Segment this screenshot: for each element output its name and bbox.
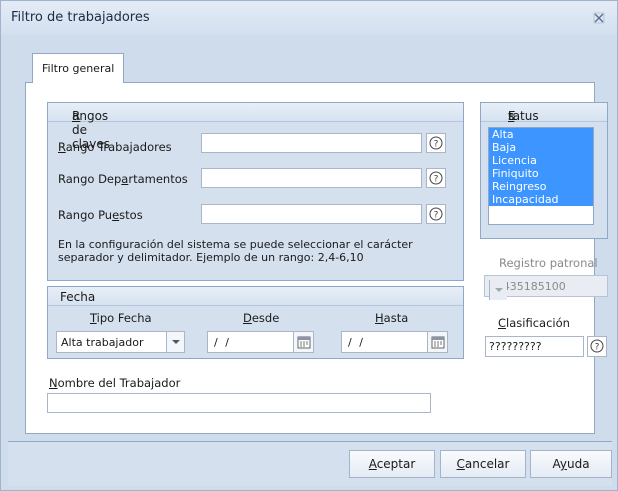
- tab-filtro-general[interactable]: Filtro general: [32, 53, 124, 83]
- question-icon: ?: [429, 171, 443, 185]
- desde-value: / /: [214, 336, 231, 349]
- tipo-fecha-label: Tipo Fecha: [90, 311, 152, 325]
- rango-puestos-label: Rango Puestos: [58, 208, 143, 222]
- svg-text:?: ?: [434, 140, 439, 150]
- rango-trabajadores-label: Rango Trabajadores: [58, 140, 172, 154]
- registro-patronal-label: Registro patronal: [499, 256, 598, 270]
- rangos-group: Rangos de claves Rango Trabajadores ? Ra…: [47, 102, 464, 281]
- title-bar: Filtro de trabajadores: [1, 1, 617, 35]
- svg-text:?: ?: [595, 343, 600, 353]
- question-icon: ?: [590, 339, 604, 353]
- clasificacion-help-button[interactable]: ?: [587, 336, 607, 357]
- nombre-trabajador-label: Nombre del Trabajador: [49, 376, 181, 390]
- chevron-down-icon: [172, 340, 180, 344]
- rango-puestos-input[interactable]: [201, 204, 422, 224]
- registro-patronal-select: Y6435185100: [484, 275, 608, 300]
- estatus-group-header: Es tatus: [481, 103, 607, 123]
- fecha-group: Fecha Tipo Fecha Alta trabajador Desde /…: [47, 286, 464, 359]
- close-icon: [593, 12, 605, 24]
- window-title: Filtro de trabajadores: [11, 10, 150, 25]
- chevron-down-icon: [495, 288, 503, 292]
- desde-calendar-button[interactable]: [293, 332, 313, 352]
- cancelar-button[interactable]: Cancelar: [440, 450, 526, 478]
- rango-departamentos-label: Rango Departamentos: [58, 172, 188, 186]
- rango-puestos-help-button[interactable]: ?: [426, 204, 446, 224]
- rango-trabajadores-input[interactable]: [201, 133, 422, 153]
- calendar-icon: [297, 336, 311, 349]
- hasta-date-input[interactable]: / /: [341, 331, 448, 353]
- hasta-calendar-button[interactable]: [427, 332, 447, 352]
- desde-label: Desde: [243, 311, 280, 325]
- desde-date-input[interactable]: / /: [207, 331, 314, 353]
- hasta-label: Hasta: [375, 311, 409, 325]
- rango-departamentos-input[interactable]: [201, 168, 422, 188]
- list-item[interactable]: Incapacidad: [489, 193, 593, 206]
- list-item[interactable]: Licencia: [489, 154, 593, 167]
- clasificacion-value: ?????????: [489, 340, 542, 353]
- list-item[interactable]: Baja: [489, 141, 593, 154]
- tab-label: Filtro general: [42, 62, 115, 75]
- clasificacion-label: Clasificación: [498, 316, 570, 330]
- list-item[interactable]: Alta: [489, 128, 593, 141]
- aceptar-button[interactable]: Aceptar: [349, 450, 435, 478]
- svg-text:?: ?: [434, 175, 439, 185]
- calendar-icon: [431, 336, 445, 349]
- tipo-fecha-dropdown-button[interactable]: [166, 332, 184, 352]
- rango-departamentos-help-button[interactable]: ?: [426, 168, 446, 188]
- list-item[interactable]: Reingreso: [489, 180, 593, 193]
- rango-trabajadores-help-button[interactable]: ?: [426, 133, 446, 153]
- tipo-fecha-value: Alta trabajador: [61, 336, 144, 349]
- rangos-group-header: Rangos de claves: [48, 103, 463, 151]
- ayuda-button[interactable]: Ayuda: [530, 450, 612, 478]
- nombre-trabajador-input[interactable]: [47, 393, 431, 413]
- filter-dialog: Filtro de trabajadores Filtro general Ra…: [0, 0, 618, 491]
- close-button[interactable]: [591, 10, 607, 26]
- fecha-group-header: Fecha: [48, 287, 463, 306]
- clasificacion-input[interactable]: ?????????: [485, 336, 584, 357]
- range-help-note: En la configuración del sistema se puede…: [58, 238, 413, 264]
- fecha-group-title: Fecha: [60, 290, 96, 304]
- hasta-value: / /: [348, 336, 365, 349]
- tipo-fecha-select[interactable]: Alta trabajador: [56, 331, 185, 353]
- registro-patronal-dropdown-button: [489, 280, 507, 300]
- question-icon: ?: [429, 207, 443, 221]
- list-item[interactable]: Finiquito: [489, 167, 593, 180]
- question-icon: ?: [429, 136, 443, 150]
- estatus-list[interactable]: Alta Baja Licencia Finiquito Reingreso I…: [488, 127, 594, 225]
- svg-text:?: ?: [434, 211, 439, 221]
